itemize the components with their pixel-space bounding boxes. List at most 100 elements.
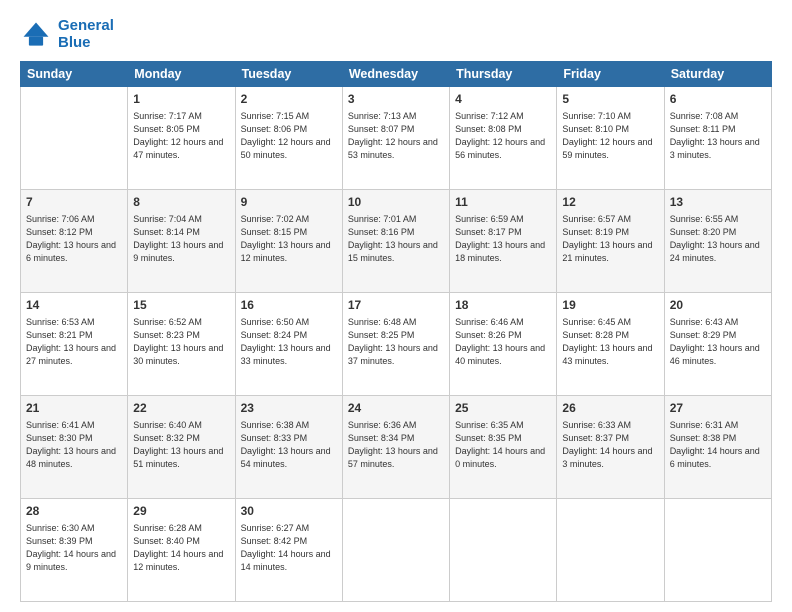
day-info: Sunrise: 6:40 AMSunset: 8:32 PMDaylight:… [133, 419, 229, 471]
day-number: 13 [670, 194, 766, 211]
col-header-saturday: Saturday [664, 62, 771, 87]
day-cell: 13 Sunrise: 6:55 AMSunset: 8:20 PMDayligh… [664, 190, 771, 293]
day-cell: 15 Sunrise: 6:52 AMSunset: 8:23 PMDayligh… [128, 293, 235, 396]
col-header-tuesday: Tuesday [235, 62, 342, 87]
day-cell: 30Sunrise: 6:27 AMSunset: 8:42 PMDayligh… [235, 499, 342, 602]
day-info: Sunrise: 7:04 AMSunset: 8:14 PMDaylight:… [133, 213, 229, 265]
day-info: Sunrise: 7:08 AMSunset: 8:11 PMDaylight:… [670, 110, 766, 162]
day-cell: 22Sunrise: 6:40 AMSunset: 8:32 PMDayligh… [128, 396, 235, 499]
calendar-header-row: SundayMondayTuesdayWednesdayThursdayFrid… [21, 62, 772, 87]
col-header-sunday: Sunday [21, 62, 128, 87]
logo: General Blue [20, 18, 114, 51]
day-info: Sunrise: 7:02 AMSunset: 8:15 PMDaylight:… [241, 213, 337, 265]
day-number: 29 [133, 503, 229, 520]
day-info: Sunrise: 6:31 AMSunset: 8:38 PMDaylight:… [670, 419, 766, 471]
day-number: 28 [26, 503, 122, 520]
day-info: Sunrise: 7:10 AMSunset: 8:10 PMDaylight:… [562, 110, 658, 162]
day-number: 20 [670, 297, 766, 314]
day-number: 2 [241, 91, 337, 108]
logo-icon [20, 19, 52, 51]
calendar-table: SundayMondayTuesdayWednesdayThursdayFrid… [20, 61, 772, 602]
day-cell: 27 Sunrise: 6:31 AMSunset: 8:38 PMDayligh… [664, 396, 771, 499]
day-info: Sunrise: 6:45 AMSunset: 8:28 PMDaylight:… [562, 316, 658, 368]
day-cell: 14 Sunrise: 6:53 AMSunset: 8:21 PMDayligh… [21, 293, 128, 396]
day-number: 1 [133, 91, 229, 108]
day-info: Sunrise: 6:50 AMSunset: 8:24 PMDaylight:… [241, 316, 337, 368]
day-cell: 5 Sunrise: 7:10 AMSunset: 8:10 PMDaylight… [557, 87, 664, 190]
day-number: 27 [670, 400, 766, 417]
day-info: Sunrise: 6:38 AMSunset: 8:33 PMDaylight:… [241, 419, 337, 471]
day-info: Sunrise: 6:52 AMSunset: 8:23 PMDaylight:… [133, 316, 229, 368]
day-cell: 4 Sunrise: 7:12 AMSunset: 8:08 PMDaylight… [450, 87, 557, 190]
day-cell: 18 Sunrise: 6:46 AMSunset: 8:26 PMDayligh… [450, 293, 557, 396]
day-cell [342, 499, 449, 602]
calendar-body: 1 Sunrise: 7:17 AMSunset: 8:05 PMDaylight… [21, 87, 772, 602]
day-number: 15 [133, 297, 229, 314]
day-cell: 17 Sunrise: 6:48 AMSunset: 8:25 PMDayligh… [342, 293, 449, 396]
day-info: Sunrise: 7:12 AMSunset: 8:08 PMDaylight:… [455, 110, 551, 162]
day-number: 11 [455, 194, 551, 211]
day-number: 9 [241, 194, 337, 211]
day-cell: 26 Sunrise: 6:33 AMSunset: 8:37 PMDayligh… [557, 396, 664, 499]
day-number: 3 [348, 91, 444, 108]
day-cell: 9 Sunrise: 7:02 AMSunset: 8:15 PMDaylight… [235, 190, 342, 293]
day-number: 19 [562, 297, 658, 314]
day-info: Sunrise: 6:46 AMSunset: 8:26 PMDaylight:… [455, 316, 551, 368]
day-info: Sunrise: 7:13 AMSunset: 8:07 PMDaylight:… [348, 110, 444, 162]
day-cell: 3 Sunrise: 7:13 AMSunset: 8:07 PMDaylight… [342, 87, 449, 190]
day-cell: 19 Sunrise: 6:45 AMSunset: 8:28 PMDayligh… [557, 293, 664, 396]
day-number: 18 [455, 297, 551, 314]
day-number: 21 [26, 400, 122, 417]
day-cell: 21 Sunrise: 6:41 AMSunset: 8:30 PMDayligh… [21, 396, 128, 499]
day-info: Sunrise: 6:59 AMSunset: 8:17 PMDaylight:… [455, 213, 551, 265]
day-cell: 12Sunrise: 6:57 AMSunset: 8:19 PMDayligh… [557, 190, 664, 293]
page: General Blue SundayMondayTuesdayWednesda… [0, 0, 792, 612]
day-cell: 8 Sunrise: 7:04 AMSunset: 8:14 PMDaylight… [128, 190, 235, 293]
day-info: Sunrise: 6:55 AMSunset: 8:20 PMDaylight:… [670, 213, 766, 265]
day-number: 7 [26, 194, 122, 211]
day-cell [21, 87, 128, 190]
day-number: 24 [348, 400, 444, 417]
day-number: 25 [455, 400, 551, 417]
day-cell: 20 Sunrise: 6:43 AMSunset: 8:29 PMDayligh… [664, 293, 771, 396]
day-number: 8 [133, 194, 229, 211]
day-info: Sunrise: 6:48 AMSunset: 8:25 PMDaylight:… [348, 316, 444, 368]
day-cell: 16 Sunrise: 6:50 AMSunset: 8:24 PMDayligh… [235, 293, 342, 396]
day-cell: 24 Sunrise: 6:36 AMSunset: 8:34 PMDayligh… [342, 396, 449, 499]
day-info: Sunrise: 7:01 AMSunset: 8:16 PMDaylight:… [348, 213, 444, 265]
day-cell: 7Sunrise: 7:06 AMSunset: 8:12 PMDaylight… [21, 190, 128, 293]
day-info: Sunrise: 6:43 AMSunset: 8:29 PMDaylight:… [670, 316, 766, 368]
day-number: 26 [562, 400, 658, 417]
week-row-4: 21 Sunrise: 6:41 AMSunset: 8:30 PMDayligh… [21, 396, 772, 499]
day-number: 17 [348, 297, 444, 314]
day-info: Sunrise: 6:35 AMSunset: 8:35 PMDaylight:… [455, 419, 551, 471]
week-row-2: 7Sunrise: 7:06 AMSunset: 8:12 PMDaylight… [21, 190, 772, 293]
day-number: 4 [455, 91, 551, 108]
day-cell [664, 499, 771, 602]
day-cell: 1 Sunrise: 7:17 AMSunset: 8:05 PMDaylight… [128, 87, 235, 190]
col-header-monday: Monday [128, 62, 235, 87]
logo-text: General Blue [58, 18, 114, 51]
day-number: 5 [562, 91, 658, 108]
header: General Blue [20, 18, 772, 51]
day-info: Sunrise: 6:57 AMSunset: 8:19 PMDaylight:… [562, 213, 658, 265]
day-number: 30 [241, 503, 337, 520]
day-number: 6 [670, 91, 766, 108]
day-number: 16 [241, 297, 337, 314]
day-cell: 6 Sunrise: 7:08 AMSunset: 8:11 PMDaylight… [664, 87, 771, 190]
week-row-5: 28Sunrise: 6:30 AMSunset: 8:39 PMDayligh… [21, 499, 772, 602]
day-info: Sunrise: 7:17 AMSunset: 8:05 PMDaylight:… [133, 110, 229, 162]
col-header-thursday: Thursday [450, 62, 557, 87]
day-number: 14 [26, 297, 122, 314]
day-number: 10 [348, 194, 444, 211]
day-info: Sunrise: 6:33 AMSunset: 8:37 PMDaylight:… [562, 419, 658, 471]
day-cell: 29Sunrise: 6:28 AMSunset: 8:40 PMDayligh… [128, 499, 235, 602]
day-info: Sunrise: 6:41 AMSunset: 8:30 PMDaylight:… [26, 419, 122, 471]
day-cell: 2 Sunrise: 7:15 AMSunset: 8:06 PMDaylight… [235, 87, 342, 190]
day-info: Sunrise: 6:53 AMSunset: 8:21 PMDaylight:… [26, 316, 122, 368]
day-cell: 28Sunrise: 6:30 AMSunset: 8:39 PMDayligh… [21, 499, 128, 602]
day-number: 23 [241, 400, 337, 417]
day-cell: 25 Sunrise: 6:35 AMSunset: 8:35 PMDayligh… [450, 396, 557, 499]
day-info: Sunrise: 6:36 AMSunset: 8:34 PMDaylight:… [348, 419, 444, 471]
day-info: Sunrise: 7:15 AMSunset: 8:06 PMDaylight:… [241, 110, 337, 162]
